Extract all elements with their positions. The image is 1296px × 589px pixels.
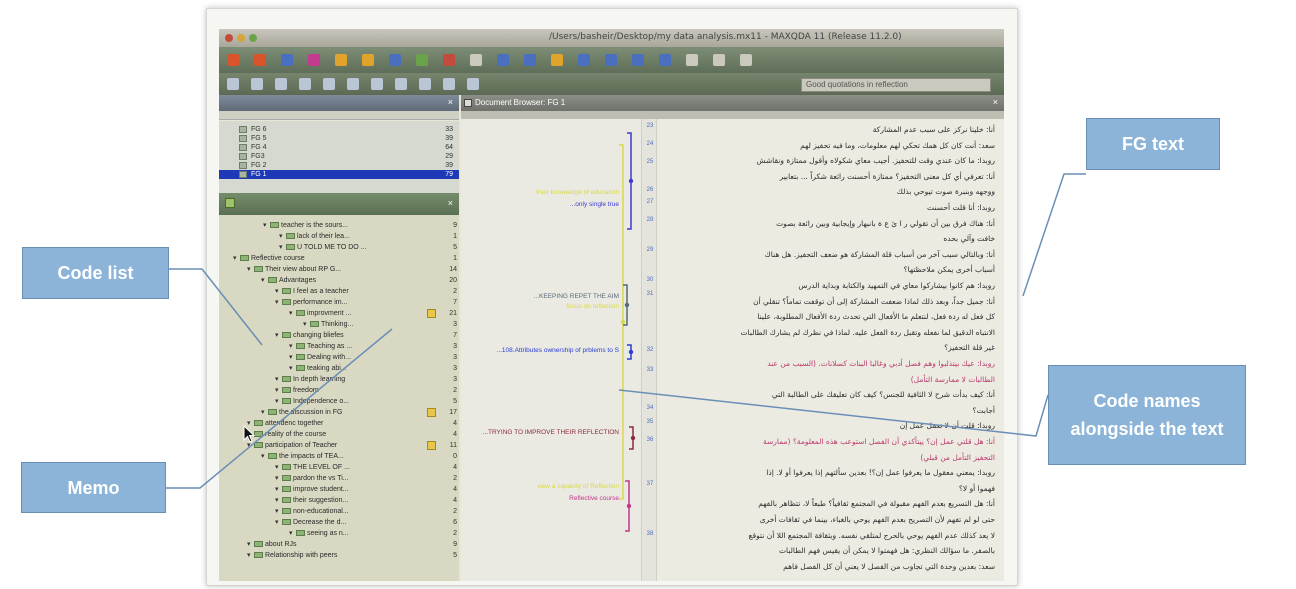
callout-code-names: Code names alongside the text [1048,365,1246,465]
code-names-leader [618,389,1049,437]
callout-fg-text: FG text [1086,118,1220,170]
fg-text-leader [1022,173,1086,297]
callout-code-list: Code list [22,247,169,299]
code-list-leader [168,268,263,346]
slide: /Users/basheir/Desktop/my data analysis.… [0,0,1296,589]
mouse-cursor-icon [243,425,256,443]
callout-leader-lines [166,173,1086,489]
callout-memo: Memo [21,462,166,513]
memo-leader [166,328,393,489]
